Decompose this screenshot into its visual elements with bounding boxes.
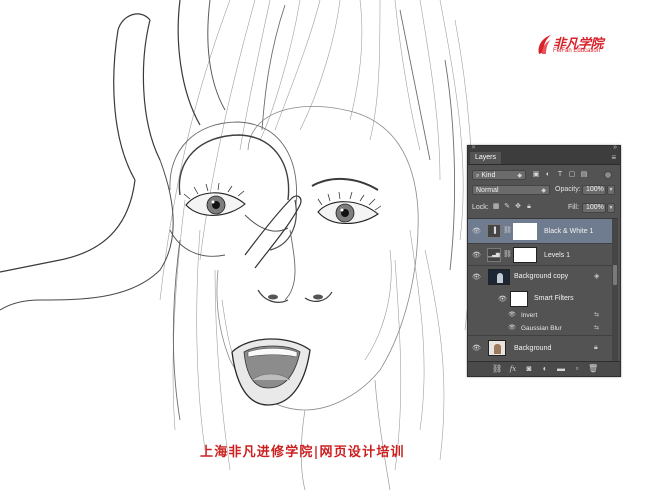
smart-filters-row[interactable]: 👁︎ Smart Filters <box>468 288 612 310</box>
panel-menu-icon[interactable]: ≡ <box>611 153 616 162</box>
watermark-text: 上海非凡进修学院|网页设计培训 <box>200 445 405 460</box>
fill-slider-button[interactable]: ▼ <box>607 203 615 213</box>
logo-swoosh-icon <box>538 35 551 54</box>
visibility-eye-icon[interactable]: 👁︎ <box>508 311 516 318</box>
smart-object-filter-icon[interactable]: ▤ <box>580 171 588 179</box>
type-filter-icon[interactable]: T <box>556 171 564 179</box>
layer-black-white-1[interactable]: 👁︎ ▐ ⛓︎ Black & White 1 <box>468 219 612 244</box>
filter-invert[interactable]: 👁︎ Invert ⇆ <box>468 310 612 322</box>
scrollbar-thumb[interactable] <box>613 265 617 285</box>
search-icon: ⌕ <box>476 173 480 179</box>
link-icon[interactable]: ⛓︎ <box>503 226 512 234</box>
blend-mode-value: Normal <box>476 187 499 194</box>
layers-panel: ✕ » Layers ≡ ⌕ Kind ◆ ▣ ◐ T ▢ ▤ Normal ◆ <box>467 144 621 377</box>
tab-layers[interactable]: Layers <box>470 152 502 164</box>
chevron-down-icon: ◆ <box>541 188 546 194</box>
levels-adjustment-icon: ▁▃▆ <box>487 248 501 262</box>
lock-image-pixels-icon[interactable]: ✎ <box>503 203 511 211</box>
layer-mask-thumbnail[interactable] <box>513 247 537 263</box>
visibility-eye-icon[interactable]: 👁︎ <box>472 227 481 235</box>
close-panel-icon[interactable]: ✕ <box>471 144 476 151</box>
visibility-eye-icon[interactable]: 👁︎ <box>472 251 481 259</box>
visibility-eye-icon[interactable]: 👁︎ <box>472 344 481 352</box>
blend-mode-dropdown[interactable]: Normal ◆ <box>472 185 550 195</box>
layer-name: Levels 1 <box>544 252 571 259</box>
visibility-eye-icon[interactable]: 👁︎ <box>472 273 481 281</box>
opacity-slider-button[interactable]: ▼ <box>607 185 615 195</box>
logo-subtext: FeiFan Education <box>553 48 601 54</box>
layer-background[interactable]: 👁︎ Background 🔒︎ <box>468 336 612 360</box>
layer-levels-1[interactable]: 👁︎ ▁▃▆ ⛓︎ Levels 1 <box>468 244 612 266</box>
fill-label: Fill: <box>568 204 579 211</box>
new-group-icon[interactable]: ▬ <box>556 364 566 374</box>
fx-icon[interactable]: fx <box>508 364 518 374</box>
lock-icon: 🔒︎ <box>594 344 598 351</box>
lock-label: Lock: <box>472 204 489 211</box>
layer-thumbnail <box>488 269 510 285</box>
layers-list: 👁︎ ▐ ⛓︎ Black & White 1 👁︎ ▁▃▆ ⛓︎ Levels… <box>468 218 618 362</box>
trash-icon[interactable]: 🗑︎ <box>588 364 598 374</box>
filter-blending-options-icon[interactable]: ⇆ <box>594 311 599 318</box>
layers-footer: ⛓︎ fx ◙ ◐ ▬ ▫ 🗑︎ <box>468 361 620 376</box>
visibility-eye-icon[interactable]: 👁︎ <box>498 295 507 303</box>
kind-label: Kind <box>481 172 496 179</box>
thumbnail-figure <box>497 273 503 283</box>
chevron-down-icon: ◆ <box>517 173 522 179</box>
black-white-adjustment-icon: ▐ <box>487 224 501 238</box>
lock-row: Lock: ▦ ✎ ✥ 🔒︎ Fill: 100% ▼ <box>468 202 620 214</box>
layer-name: Black & White 1 <box>544 228 594 235</box>
opacity-label: Opacity: <box>555 186 581 193</box>
panel-tabbar: Layers ≡ <box>468 152 620 165</box>
smart-filters-label: Smart Filters <box>534 295 574 302</box>
kind-dropdown[interactable]: ⌕ Kind ◆ <box>472 170 526 180</box>
visibility-eye-icon[interactable]: 👁︎ <box>508 324 516 331</box>
brand-logo: 非凡学院 FeiFan Education <box>536 33 616 59</box>
lock-all-icon[interactable]: 🔒︎ <box>525 203 533 211</box>
collapse-panel-icon[interactable]: » <box>613 144 617 151</box>
filter-gaussian-blur[interactable]: 👁︎ Gaussian Blur ⇆ <box>468 322 612 336</box>
fill-field[interactable]: 100% <box>582 203 606 213</box>
layer-name: Background copy <box>514 273 569 280</box>
thumbnail-figure <box>494 344 501 354</box>
layer-name: Background <box>514 345 552 352</box>
lock-position-icon[interactable]: ✥ <box>514 203 522 211</box>
smart-object-icon: ◈ <box>594 273 600 280</box>
new-adjustment-layer-icon[interactable]: ◐ <box>540 364 550 374</box>
shape-filter-icon[interactable]: ▢ <box>568 171 576 179</box>
filter-row: ⌕ Kind ◆ ▣ ◐ T ▢ ▤ <box>468 169 620 181</box>
layer-background-copy[interactable]: 👁︎ Background copy ◈ <box>468 266 612 288</box>
layers-scrollbar[interactable] <box>612 219 618 362</box>
add-mask-icon[interactable]: ◙ <box>524 364 534 374</box>
image-filter-icon[interactable]: ▣ <box>532 171 540 179</box>
adjustment-filter-icon[interactable]: ◐ <box>544 171 552 179</box>
lock-transparent-pixels-icon[interactable]: ▦ <box>492 203 500 211</box>
filter-blending-options-icon[interactable]: ⇆ <box>594 324 599 331</box>
opacity-field[interactable]: 100% <box>582 185 606 195</box>
layer-mask-thumbnail[interactable] <box>513 223 537 240</box>
blend-row: Normal ◆ Opacity: 100% ▼ <box>468 184 620 196</box>
filter-name: Invert <box>521 312 538 319</box>
layer-thumbnail <box>488 340 506 356</box>
link-icon[interactable]: ⛓︎ <box>503 250 512 258</box>
link-layers-icon[interactable]: ⛓︎ <box>492 364 502 374</box>
document-canvas[interactable]: 非凡学院 FeiFan Education 上海非凡进修学院|网页设计培训 ✕ … <box>0 0 660 490</box>
new-layer-icon[interactable]: ▫ <box>572 364 582 374</box>
filter-name: Gaussian Blur <box>521 325 562 332</box>
smart-filter-mask-thumbnail[interactable] <box>510 291 528 307</box>
filter-toggle-icon[interactable] <box>604 171 612 179</box>
